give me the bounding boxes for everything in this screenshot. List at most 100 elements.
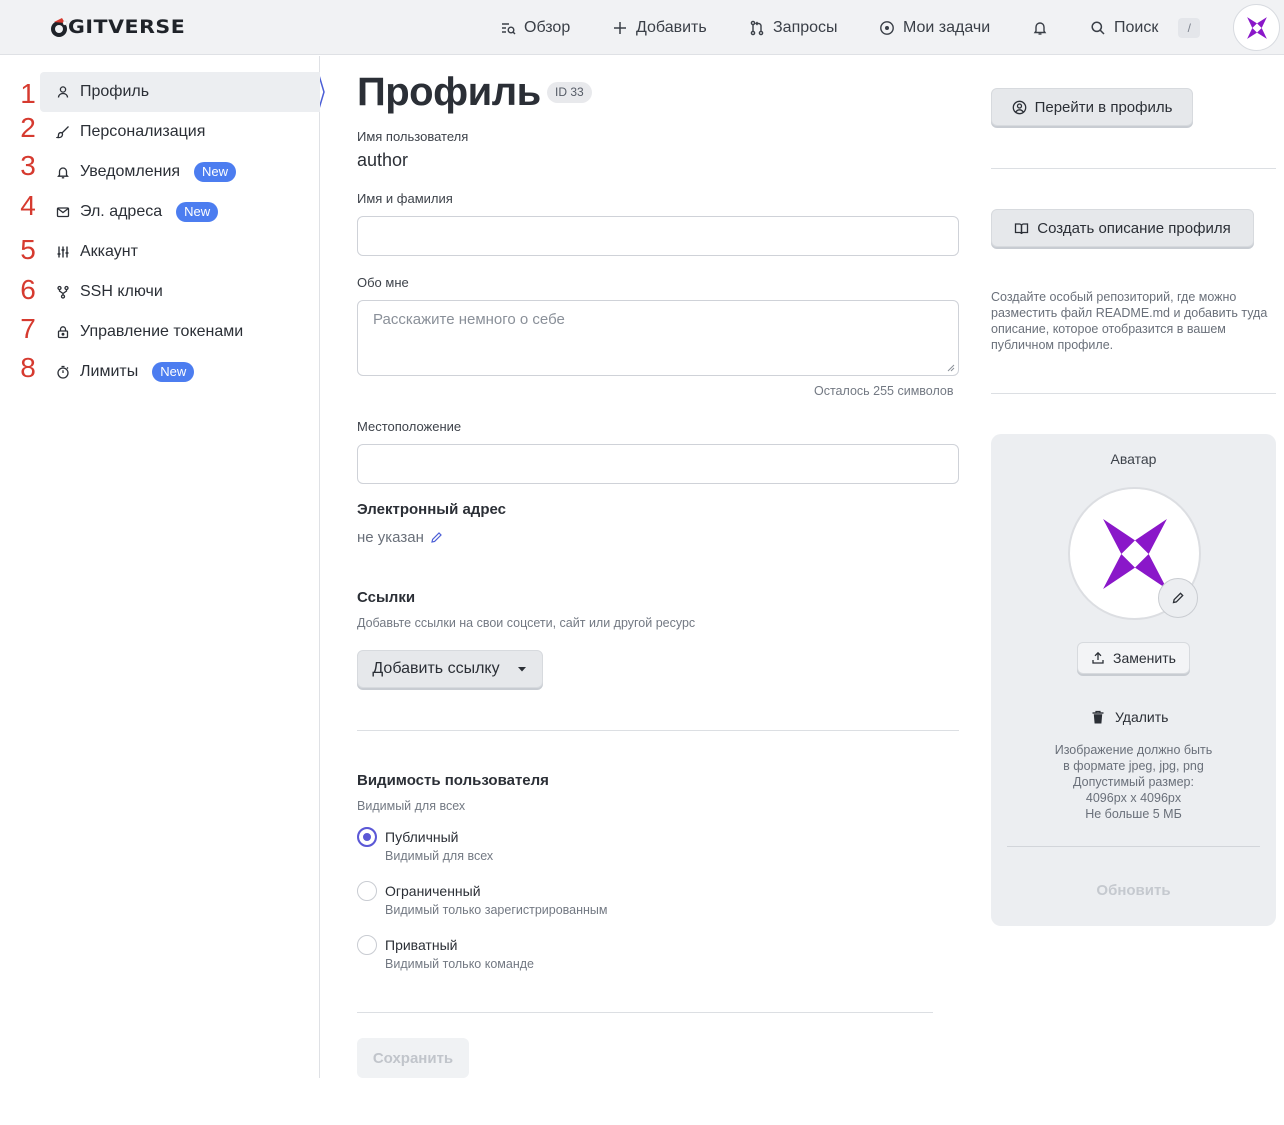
replace-avatar-label: Заменить — [1113, 650, 1176, 666]
fullname-input[interactable] — [357, 216, 959, 256]
sidebar-item-label: Персонализация — [80, 123, 206, 140]
trash-icon — [1092, 710, 1104, 723]
location-input[interactable] — [357, 444, 959, 484]
nav-requests-label: Запросы — [773, 18, 838, 36]
nav-overview-label: Обзор — [524, 18, 571, 36]
visibility-limited-radio[interactable] — [357, 881, 377, 901]
about-label: Обо мне — [357, 275, 409, 290]
nav-search-label: Поиск — [1114, 18, 1159, 36]
create-description-text: Создайте особый репозиторий, где можно р… — [991, 290, 1268, 352]
top-header: GITVERSE Обзор Добавить Запросы Мои зада… — [0, 0, 1284, 55]
marker-4: 4 — [20, 190, 36, 221]
replace-avatar-button[interactable]: Заменить — [1077, 642, 1190, 674]
nav-my-tasks-label: Мои задачи — [903, 18, 991, 36]
nav-add[interactable]: Добавить — [612, 0, 707, 55]
caret-down-icon — [517, 667, 526, 672]
logo-text: GITVERSE — [68, 16, 186, 38]
fullname-label: Имя и фамилия — [357, 191, 453, 206]
visibility-limited-title: Ограниченный — [385, 883, 481, 899]
delete-avatar-label: Удалить — [1115, 709, 1169, 725]
go-to-profile-button[interactable]: Перейти в профиль — [991, 88, 1193, 126]
avatar-rule-line: Допустимый размер: — [1073, 775, 1194, 789]
visibility-private-radio[interactable] — [357, 935, 377, 955]
avatar-rule-line: Не больше 5 МБ — [1085, 807, 1182, 821]
pull-request-icon — [750, 20, 764, 35]
about-char-counter: Осталось 255 символов — [814, 384, 954, 398]
sidebar-item-account[interactable]: Аккаунт — [40, 232, 320, 272]
location-label: Местоположение — [357, 419, 462, 434]
avatar-title: Аватар — [1110, 451, 1157, 467]
brush-icon — [56, 125, 70, 139]
user-avatar-button[interactable] — [1233, 4, 1280, 51]
nav-overview[interactable]: Обзор — [500, 0, 570, 55]
nav-add-label: Добавить — [636, 18, 707, 36]
add-link-button[interactable]: Добавить ссылку — [357, 650, 543, 688]
sidebar-item-label: Эл. адреса — [80, 203, 163, 220]
gitverse-logo[interactable]: GITVERSE — [48, 14, 185, 40]
nav-my-tasks[interactable]: Мои задачи — [879, 0, 990, 55]
upload-icon — [1092, 651, 1104, 664]
new-badge: New — [176, 202, 219, 222]
sidebar-item-label: SSH ключи — [80, 283, 163, 300]
create-profile-description-button[interactable]: Создать описание профиля — [991, 209, 1254, 247]
visibility-public-sub: Видимый для всех — [385, 849, 494, 863]
mail-icon — [56, 205, 70, 219]
avatar-rule-line: в формате jpeg, jpg, png — [1063, 759, 1204, 773]
sidebar-item-ssh-keys[interactable]: SSH ключи — [40, 272, 320, 312]
user-circle-icon — [1012, 100, 1026, 114]
user-icon — [56, 85, 70, 99]
sidebar-item-notifications[interactable]: Уведомления New — [40, 152, 320, 192]
section-divider — [991, 168, 1276, 169]
nav-search[interactable]: Поиск / — [1090, 0, 1201, 55]
sidebar-item-label: Профиль — [80, 83, 150, 100]
update-avatar-button[interactable]: Обновить — [991, 882, 1276, 899]
section-divider — [357, 730, 959, 731]
username-value: author — [357, 150, 409, 170]
new-badge: New — [194, 162, 237, 182]
search-list-icon — [502, 22, 516, 34]
email-value-row[interactable]: не указан — [357, 529, 443, 546]
page-title: Профиль — [357, 70, 541, 114]
about-placeholder: Расскажите немного о себе — [373, 311, 565, 328]
sidebar-item-label: Уведомления — [80, 163, 181, 180]
links-section-title: Ссылки — [357, 589, 416, 606]
nav-requests[interactable]: Запросы — [749, 0, 838, 55]
about-textarea[interactable]: Расскажите немного о себе — [357, 300, 959, 376]
pencil-icon — [1172, 592, 1184, 604]
avatar-rules: Изображение должно быть в формате jpeg, … — [991, 742, 1276, 822]
visibility-current: Видимый для всех — [357, 799, 466, 813]
marker-1: 1 — [20, 78, 36, 109]
avatar-logo-icon — [1102, 518, 1167, 589]
issue-circle-icon — [880, 20, 894, 35]
bell-icon — [56, 165, 70, 179]
pencil-icon — [431, 532, 442, 543]
marker-8: 8 — [20, 352, 36, 383]
visibility-private-title: Приватный — [385, 937, 458, 953]
sidebar-item-emails[interactable]: Эл. адреса New — [40, 192, 320, 232]
key-branch-icon — [56, 285, 70, 299]
marker-6: 6 — [20, 274, 36, 305]
sidebar-item-label: Управление токенами — [80, 323, 244, 340]
marker-3: 3 — [20, 150, 36, 181]
save-button[interactable]: Сохранить — [357, 1038, 469, 1078]
edit-avatar-button[interactable] — [1158, 578, 1198, 618]
visibility-section-title: Видимость пользователя — [357, 772, 549, 789]
search-icon — [1091, 20, 1105, 35]
sidebar-item-tokens[interactable]: Управление токенами — [40, 312, 320, 352]
visibility-public-radio[interactable] — [357, 827, 377, 847]
new-badge: New — [152, 362, 195, 382]
section-divider — [1007, 846, 1260, 847]
sidebar-item-profile[interactable]: Профиль — [40, 72, 320, 112]
links-hint: Добавьте ссылки на свои соцсети, сайт ил… — [357, 616, 696, 630]
section-divider — [357, 1012, 933, 1013]
nav-notifications[interactable] — [1032, 0, 1048, 55]
email-section-title: Электронный адрес — [357, 501, 506, 518]
create-profile-description-label: Создать описание профиля — [1037, 219, 1231, 237]
sidebar-item-personalization[interactable]: Персонализация — [40, 112, 320, 152]
delete-avatar-button[interactable]: Удалить — [1091, 709, 1168, 725]
visibility-public-title: Публичный — [385, 829, 459, 845]
marker-2: 2 — [20, 112, 36, 143]
sidebar-item-limits[interactable]: Лимиты New — [40, 352, 320, 392]
avatar-logo-icon — [1246, 16, 1267, 39]
sidebar-item-label: Аккаунт — [80, 243, 138, 260]
